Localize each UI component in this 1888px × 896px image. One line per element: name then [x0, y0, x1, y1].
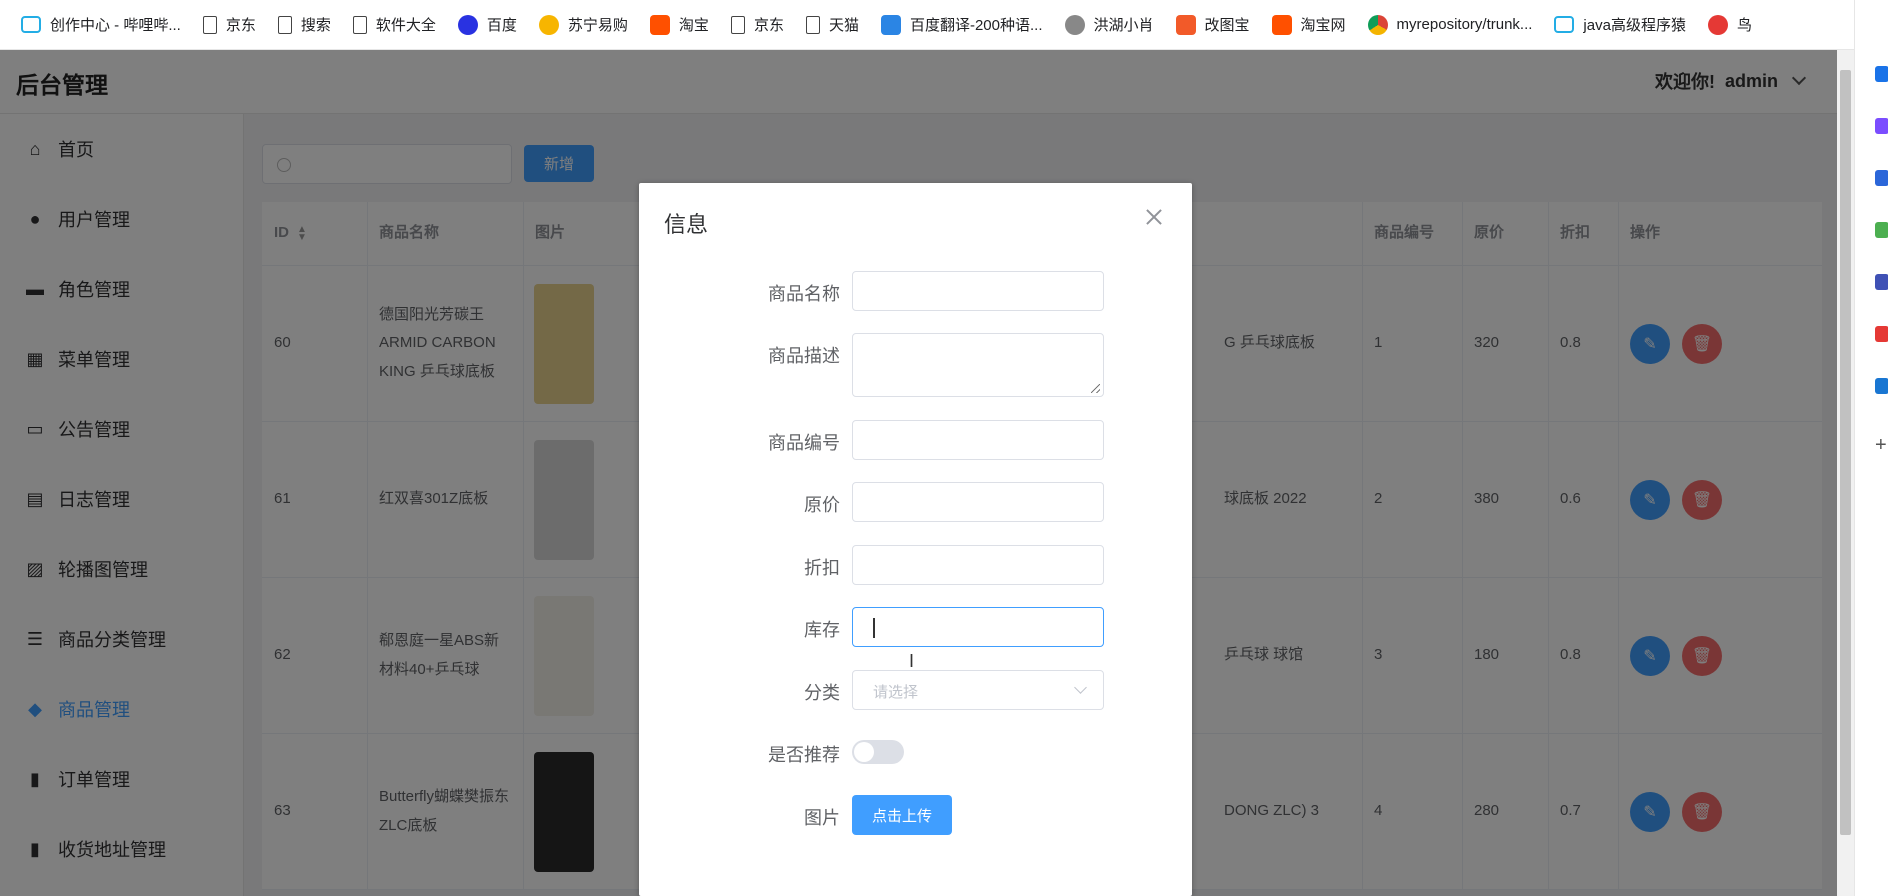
bilibili-icon	[1554, 16, 1575, 33]
page-scrollbar[interactable]	[1837, 50, 1854, 896]
page-icon	[202, 15, 217, 34]
label-code: 商品编号	[768, 433, 840, 453]
gaitubao-icon	[1175, 14, 1196, 35]
label-name: 商品名称	[768, 284, 840, 304]
dialog-title: 信息	[664, 212, 709, 237]
toolbox-icon[interactable]	[1875, 222, 1888, 238]
suning-icon	[538, 14, 559, 35]
toggle-knob	[854, 742, 874, 762]
label-desc: 商品描述	[768, 346, 840, 366]
plus-icon[interactable]: +	[1875, 434, 1888, 456]
bookmark-label: 百度	[486, 17, 517, 34]
page-icon	[730, 15, 745, 34]
recommend-toggle[interactable]	[852, 740, 904, 764]
bookmark-label: 软件大全	[375, 17, 436, 34]
bookmark-item[interactable]: myrepository/trunk...	[1357, 0, 1544, 49]
resize-handle-icon[interactable]	[1091, 384, 1100, 393]
diamond-icon[interactable]	[1875, 170, 1888, 186]
baidu-icon	[457, 14, 478, 35]
bookmark-label: 洪湖小肖	[1093, 17, 1154, 34]
bookmark-item[interactable]: 洪湖小肖	[1054, 0, 1165, 49]
label-recommend: 是否推荐	[768, 745, 840, 765]
scrollbar-thumb[interactable]	[1840, 70, 1851, 835]
bookmark-label: 创作中心 - 哔哩哔...	[50, 17, 181, 34]
upload-button[interactable]: 点击上传	[852, 795, 952, 835]
label-category: 分类	[804, 683, 840, 703]
page-icon	[277, 15, 292, 34]
hong-icon	[1064, 14, 1085, 35]
office-icon[interactable]	[1875, 326, 1888, 342]
text-cursor-icon: I	[909, 651, 915, 671]
bird-icon	[1707, 14, 1728, 35]
desc-textarea[interactable]	[852, 333, 1104, 397]
bookmark-label: 京东	[753, 17, 784, 34]
bookmark-item[interactable]: 淘宝	[639, 0, 720, 49]
price-input[interactable]	[852, 482, 1104, 522]
bookmark-item[interactable]: 改图宝	[1165, 0, 1261, 49]
bookmark-label: 改图宝	[1204, 17, 1250, 34]
product-dialog: 信息 商品名称 商品描述 商品编号 原价 折扣 库存 分类 请选择 是否推荐 图…	[639, 183, 1192, 896]
name-input[interactable]	[852, 271, 1104, 311]
people-icon[interactable]	[1875, 274, 1888, 290]
stock-input[interactable]	[852, 607, 1104, 647]
page-icon	[352, 15, 367, 34]
bookmark-label: java高级程序猿	[1583, 17, 1686, 34]
bookmark-label: 苏宁易购	[567, 17, 628, 34]
bookmark-label: 淘宝	[678, 17, 709, 34]
bookmark-item[interactable]: 京东	[720, 0, 795, 49]
page-icon	[805, 15, 820, 34]
discount-input[interactable]	[852, 545, 1104, 585]
bookmark-item[interactable]: 鸟	[1697, 0, 1763, 49]
bookmark-label: myrepository/trunk...	[1396, 16, 1533, 33]
chrome-icon	[1367, 14, 1388, 35]
bookmark-item[interactable]: 淘宝网	[1261, 0, 1357, 49]
bookmark-item[interactable]: 百度	[447, 0, 528, 49]
bookmark-label: 淘宝网	[1300, 17, 1346, 34]
search-icon[interactable]	[1875, 66, 1888, 82]
chevron-down-icon	[1074, 681, 1087, 694]
bookmark-label: 京东	[225, 17, 256, 34]
bookmark-item[interactable]: 苏宁易购	[528, 0, 639, 49]
bookmarks-bar: 创作中心 - 哔哩哔... 京东 搜索 软件大全 百度 苏宁易购 淘宝 京东 天猫 百度翻译-20…	[0, 0, 1888, 50]
bookmark-item[interactable]: java高级程序猿	[1543, 0, 1697, 49]
bookmark-label: 鸟	[1736, 17, 1752, 34]
taobao-icon	[1271, 14, 1292, 35]
browser-side-panel: +	[1854, 0, 1888, 896]
bookmark-item[interactable]: 天猫	[795, 0, 870, 49]
bookmark-label: 天猫	[828, 17, 859, 34]
text-caret	[873, 618, 875, 638]
taobao-icon	[649, 14, 670, 35]
bilibili-icon	[21, 16, 41, 33]
label-discount: 折扣	[804, 558, 840, 578]
bookmark-item[interactable]: 京东	[192, 0, 267, 49]
spark-icon[interactable]	[1875, 118, 1888, 134]
label-image: 图片	[804, 808, 840, 828]
bookmark-item[interactable]: 搜索	[267, 0, 342, 49]
label-stock: 库存	[804, 620, 840, 640]
code-input[interactable]	[852, 420, 1104, 460]
translate-icon	[880, 14, 901, 35]
bookmark-item[interactable]: 创作中心 - 哔哩哔...	[10, 0, 192, 49]
label-price: 原价	[804, 495, 840, 515]
bookmark-label: 百度翻译-200种语...	[909, 17, 1043, 34]
outlook-icon[interactable]	[1875, 378, 1888, 394]
category-placeholder: 请选择	[873, 684, 919, 701]
category-select[interactable]: 请选择	[852, 670, 1104, 710]
bookmark-item[interactable]: 软件大全	[342, 0, 447, 49]
bookmark-item[interactable]: 百度翻译-200种语...	[870, 0, 1054, 49]
close-icon[interactable]	[1144, 207, 1164, 227]
bookmark-label: 搜索	[300, 17, 331, 34]
